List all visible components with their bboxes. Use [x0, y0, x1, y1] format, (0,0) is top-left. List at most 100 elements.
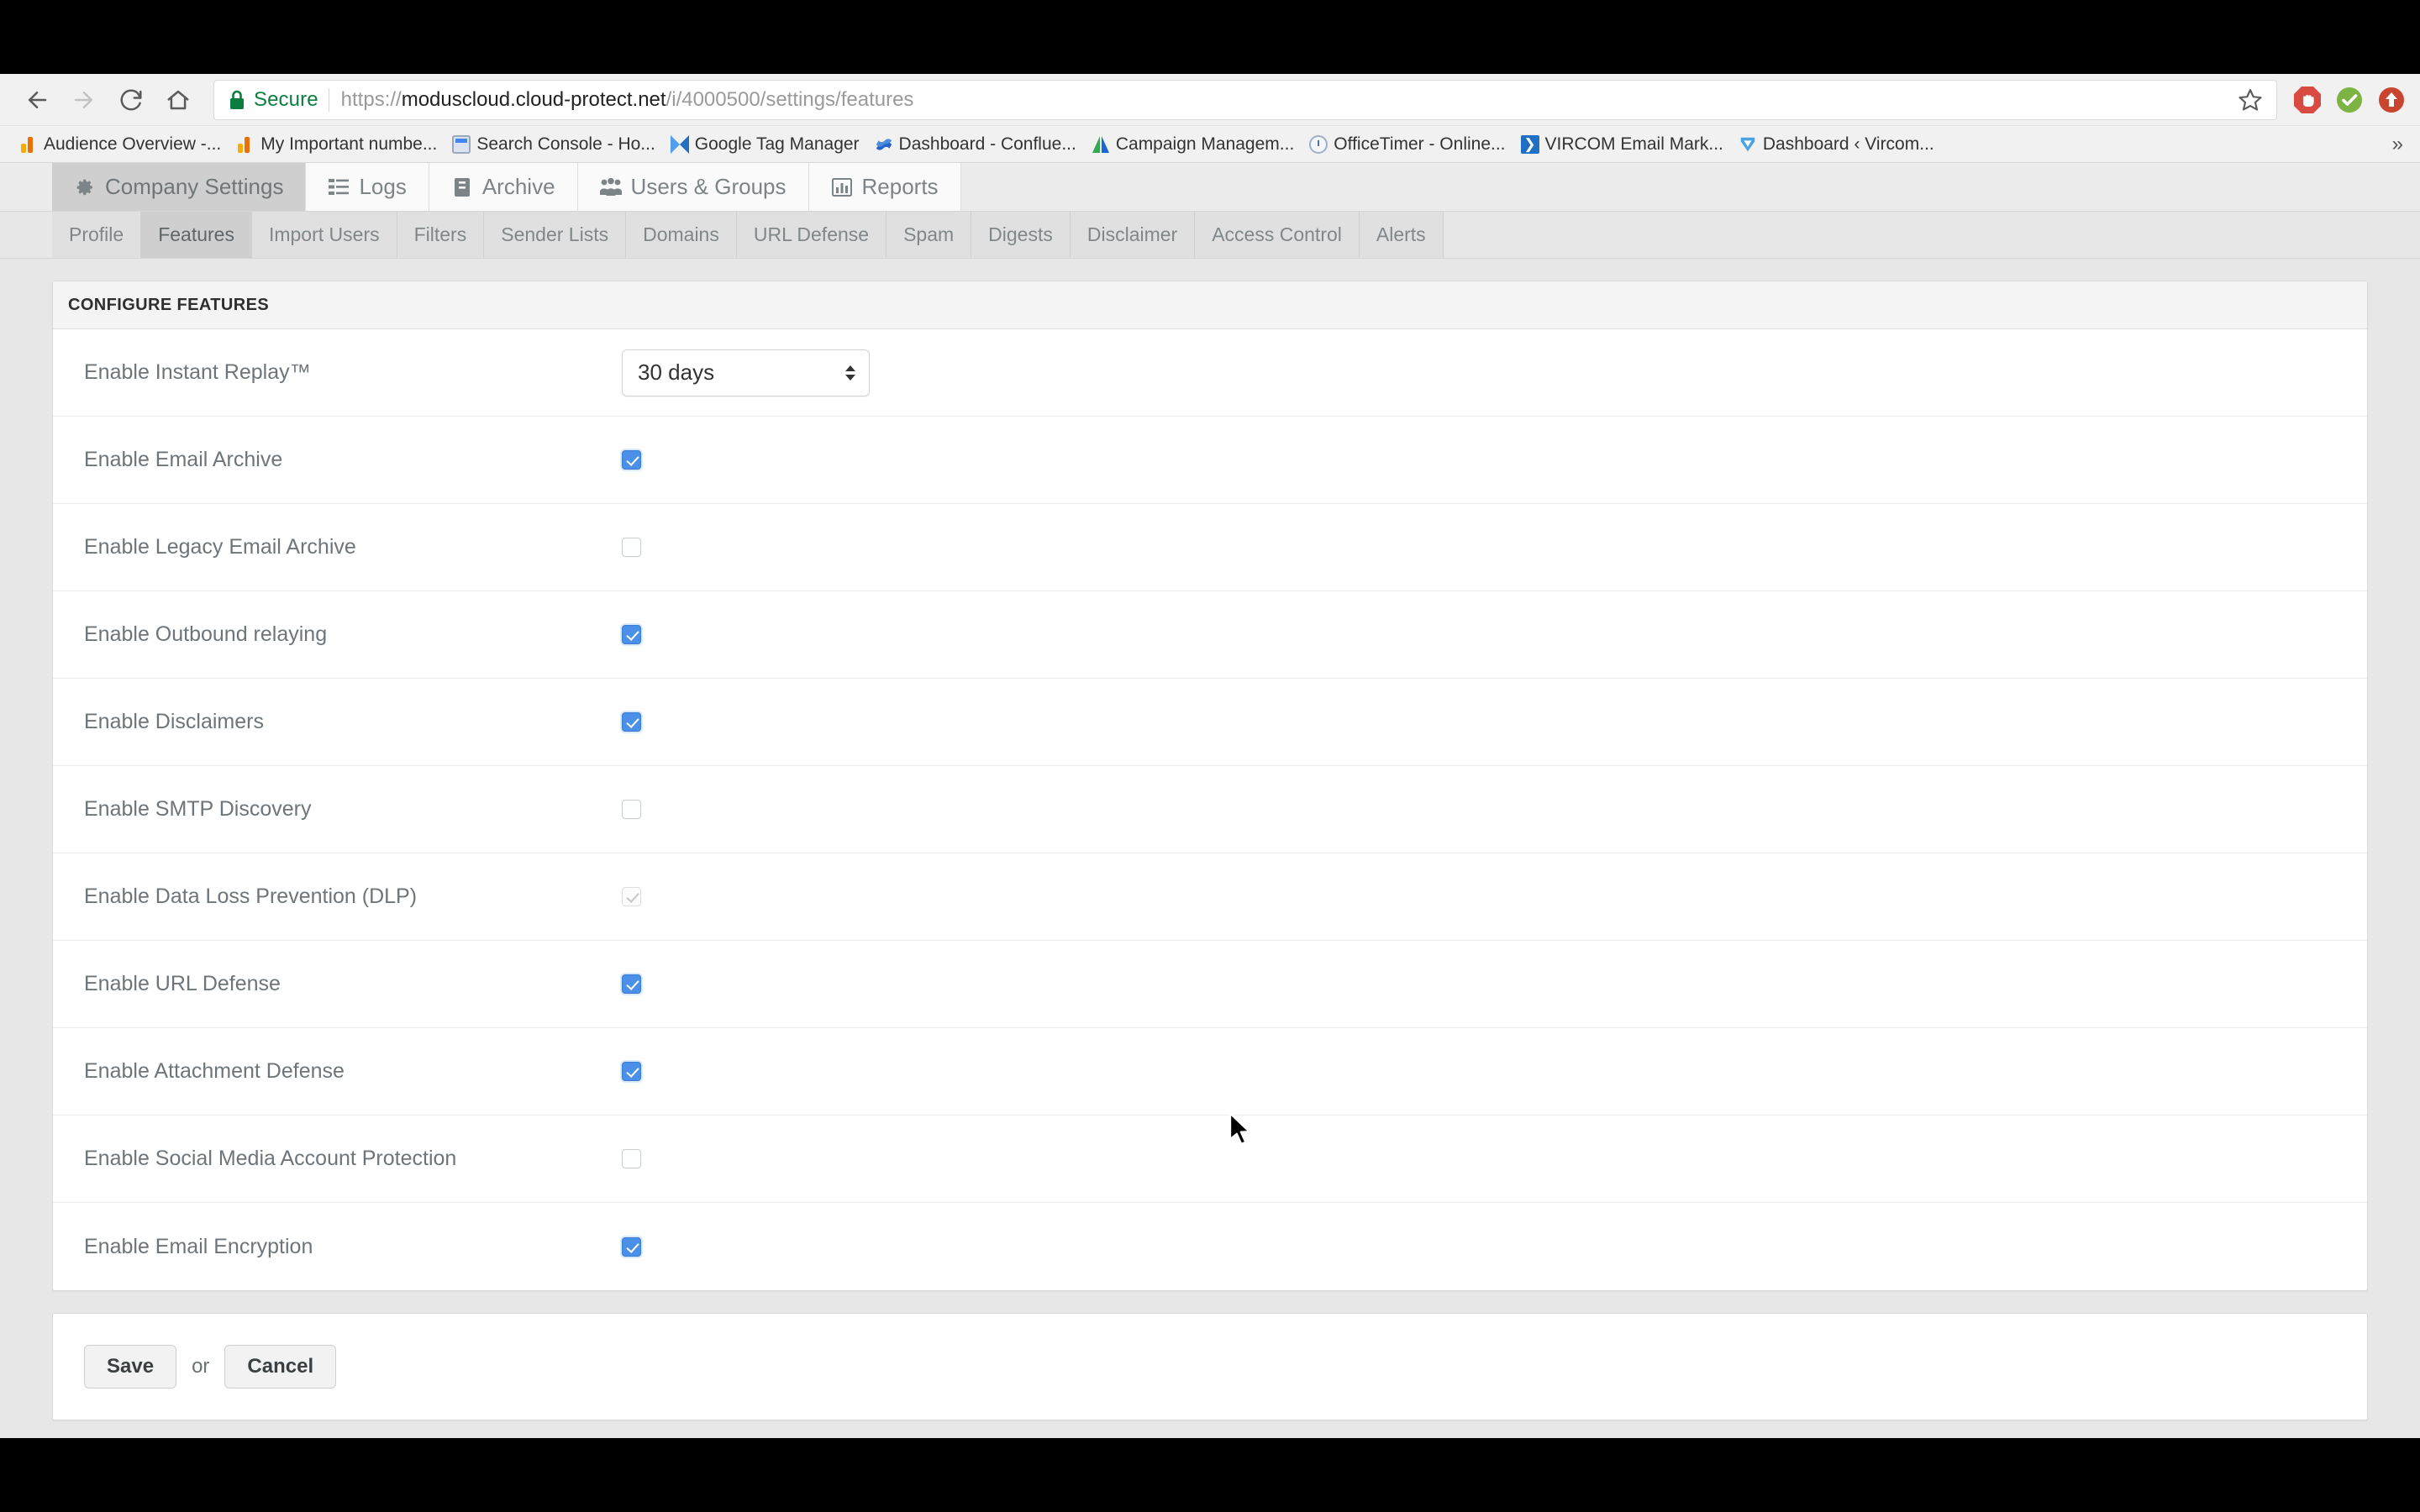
address-bar[interactable]: Secure https://moduscloud.cloud-protect.… — [213, 80, 2277, 120]
subtab-label: Profile — [69, 223, 124, 246]
enable-smtp-discovery-checkbox[interactable] — [622, 800, 641, 819]
enable-outbound-relaying-checkbox[interactable] — [622, 625, 641, 644]
back-arrow-icon[interactable] — [13, 76, 60, 123]
configure-features-panel: CONFIGURE FEATURES Enable Instant Replay… — [52, 281, 2368, 1291]
enable-disclaimers-checkbox[interactable] — [622, 712, 641, 732]
cancel-button[interactable]: Cancel — [224, 1345, 336, 1389]
campaign-manager-icon — [1092, 135, 1110, 154]
subtab-domains[interactable]: Domains — [626, 212, 737, 258]
nav-label: Archive — [482, 174, 555, 200]
green-check-icon[interactable] — [2334, 85, 2365, 115]
secure-label: Secure — [254, 88, 318, 112]
subtab-label: Alerts — [1376, 223, 1426, 246]
subtab-features[interactable]: Features — [141, 212, 252, 258]
subtab-profile[interactable]: Profile — [52, 212, 141, 258]
bookmark-item[interactable]: Campaign Managem... — [1084, 129, 1302, 160]
bookmark-item[interactable]: ❯ VIRCOM Email Mark... — [1513, 129, 1731, 160]
confluence-icon — [875, 135, 893, 154]
instant-replay-retention-select[interactable]: 30 days — [622, 349, 870, 396]
feature-label: Enable URL Defense — [84, 972, 622, 996]
nav-label: Users & Groups — [631, 174, 786, 200]
bookmark-item[interactable]: Audience Overview -... — [12, 129, 229, 160]
bookmark-label: OfficeTimer - Online... — [1334, 134, 1505, 155]
letterbox-bottom — [0, 1438, 2420, 1512]
enable-url-defense-checkbox[interactable] — [622, 974, 641, 994]
feature-control — [622, 712, 641, 732]
home-icon[interactable] — [155, 76, 202, 123]
feature-control — [622, 800, 641, 819]
nav-archive[interactable]: Archive — [429, 163, 578, 211]
subtab-spam[interactable]: Spam — [886, 212, 971, 258]
subtab-label: Sender Lists — [501, 223, 608, 246]
nav-label: Reports — [862, 174, 939, 200]
google-analytics-icon — [19, 135, 38, 154]
archive-box-icon — [451, 176, 473, 198]
subtab-label: Spam — [903, 223, 954, 246]
adblock-icon[interactable] — [2292, 85, 2323, 115]
subtab-filters[interactable]: Filters — [397, 212, 485, 258]
feature-row: Enable Legacy Email Archive — [53, 504, 2367, 591]
feature-label: Enable Social Media Account Protection — [84, 1147, 622, 1171]
feature-label: Enable Data Loss Prevention (DLP) — [84, 885, 622, 909]
subtab-import-users[interactable]: Import Users — [252, 212, 397, 258]
feature-control — [622, 450, 641, 470]
enable-attachment-defense-checkbox[interactable] — [622, 1062, 641, 1081]
nav-label: Logs — [359, 174, 406, 200]
feature-label: Enable Email Archive — [84, 448, 622, 472]
feature-label: Enable Outbound relaying — [84, 622, 622, 647]
feature-label: Enable Legacy Email Archive — [84, 535, 622, 559]
browser-toolbar: Secure https://moduscloud.cloud-protect.… — [0, 74, 2420, 126]
feature-row: Enable Disclaimers — [53, 679, 2367, 766]
feature-label: Enable Attachment Defense — [84, 1059, 622, 1084]
subtab-label: Filters — [414, 223, 467, 246]
bookmarks-bar: Audience Overview -... My Important numb… — [0, 126, 2420, 163]
bookmark-label: VIRCOM Email Mark... — [1545, 134, 1723, 155]
feature-label: Enable Email Encryption — [84, 1235, 622, 1259]
bookmark-label: Dashboard - Conflue... — [899, 134, 1076, 155]
subtab-url-defense[interactable]: URL Defense — [737, 212, 886, 258]
enable-email-archive-checkbox[interactable] — [622, 450, 641, 470]
bookmark-star-icon[interactable] — [2236, 86, 2265, 114]
enable-legacy-email-archive-checkbox[interactable] — [622, 538, 641, 557]
subtab-alerts[interactable]: Alerts — [1360, 212, 1444, 258]
google-analytics-icon — [236, 135, 255, 154]
subtab-digests[interactable]: Digests — [971, 212, 1071, 258]
feature-control — [622, 974, 641, 994]
reload-icon[interactable] — [108, 76, 155, 123]
extension-icons — [2287, 85, 2407, 115]
nav-users-groups[interactable]: Users & Groups — [578, 163, 809, 211]
enable-email-encryption-checkbox[interactable] — [622, 1237, 641, 1257]
subtab-label: URL Defense — [754, 223, 869, 246]
bookmark-item[interactable]: Search Console - Ho... — [445, 129, 662, 160]
bookmark-item[interactable]: Google Tag Manager — [663, 129, 867, 160]
upload-arrow-icon[interactable] — [2376, 85, 2407, 115]
nav-company-settings[interactable]: Company Settings — [52, 163, 306, 211]
subtab-disclaimer[interactable]: Disclaimer — [1071, 212, 1195, 258]
feature-control — [622, 1062, 641, 1081]
feature-row: Enable Instant Replay™ 30 days — [53, 329, 2367, 417]
bookmark-item[interactable]: Dashboard ‹ Vircom... — [1731, 129, 1942, 160]
bookmark-item[interactable]: My Important numbe... — [229, 129, 445, 160]
vircom-icon: ❯ — [1521, 135, 1539, 154]
subtab-sender-lists[interactable]: Sender Lists — [484, 212, 626, 258]
lock-icon — [228, 89, 246, 111]
save-button[interactable]: Save — [84, 1345, 176, 1389]
select-value: 30 days — [638, 360, 714, 386]
bookmark-item[interactable]: OfficeTimer - Online... — [1302, 129, 1512, 160]
subtab-access-control[interactable]: Access Control — [1195, 212, 1360, 258]
nav-logs[interactable]: Logs — [306, 163, 429, 211]
bookmark-item[interactable]: Dashboard - Conflue... — [867, 129, 1084, 160]
bookmark-label: Search Console - Ho... — [476, 134, 655, 155]
sub-navigation: Profile Features Import Users Filters Se… — [0, 212, 2420, 259]
feature-label: Enable SMTP Discovery — [84, 797, 622, 822]
feature-row: Enable Attachment Defense — [53, 1028, 2367, 1116]
officetimer-icon — [1309, 135, 1328, 154]
enable-social-media-account-protection-checkbox[interactable] — [622, 1149, 641, 1168]
vircom-shield-icon — [1739, 135, 1757, 154]
subtab-label: Disclaimer — [1087, 223, 1177, 246]
bookmark-label: My Important numbe... — [260, 134, 437, 155]
list-icon — [328, 176, 350, 198]
subtab-label: Features — [158, 223, 234, 246]
nav-reports[interactable]: Reports — [809, 163, 961, 211]
bookmarks-overflow-button[interactable]: » — [2386, 133, 2410, 156]
